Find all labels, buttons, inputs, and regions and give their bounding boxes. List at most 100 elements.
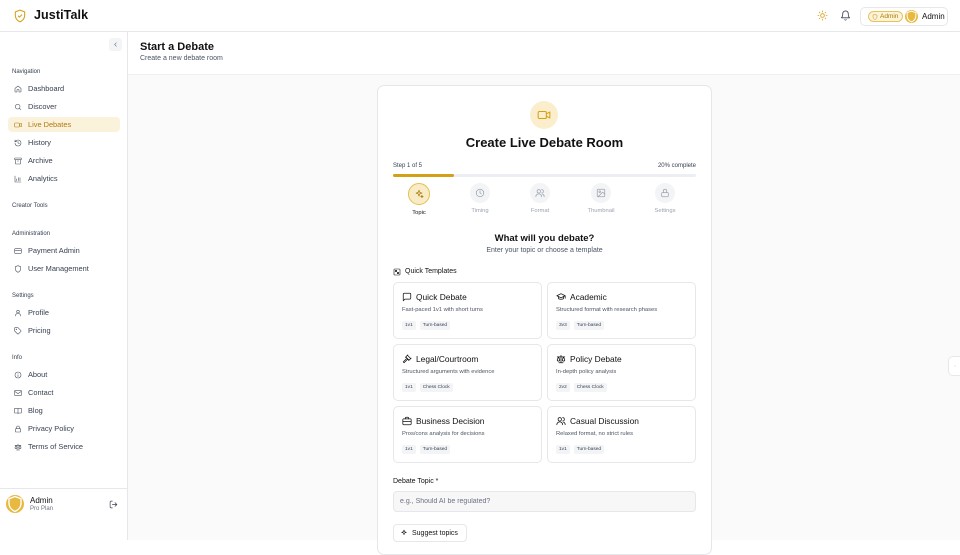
step-format[interactable]: Format xyxy=(520,183,560,214)
sidebar-divider xyxy=(0,488,128,489)
admin-badge-label: Admin xyxy=(880,13,899,20)
user-name: Admin xyxy=(922,12,945,21)
sidebar-item-contact[interactable]: Contact xyxy=(8,385,120,400)
template-tag: 1v1 xyxy=(402,445,416,454)
credit-card-icon xyxy=(14,247,22,255)
admin-badge: Admin xyxy=(868,11,904,22)
template-card-academic[interactable]: Academic Structured format with research… xyxy=(547,282,696,339)
section-navigation: Navigation xyxy=(12,69,41,75)
template-desc: Pros/cons analysis for decisions xyxy=(402,431,485,437)
sidebar-item-label: Contact xyxy=(28,388,54,397)
topic-label: Debate Topic * xyxy=(393,478,439,485)
sidebar-item-label: Blog xyxy=(28,406,43,415)
template-tag: 1v1 xyxy=(402,383,416,392)
search-icon xyxy=(14,103,22,111)
sidebar-item-label: Analytics xyxy=(28,174,58,183)
bell-icon[interactable] xyxy=(840,10,851,21)
sidebar-item-user-management[interactable]: User Management xyxy=(8,261,120,276)
step-settings[interactable]: Settings xyxy=(645,183,685,214)
template-card-policy-debate[interactable]: Policy Debate In-depth policy analysis 2… xyxy=(547,344,696,401)
info-icon xyxy=(14,371,22,379)
tag-icon xyxy=(14,326,22,335)
page-subtitle: Create a new debate room xyxy=(140,55,223,62)
sidebar-item-label: Discover xyxy=(28,102,57,111)
sparkles-icon xyxy=(408,183,430,205)
sidebar-item-live-debates[interactable]: Live Debates xyxy=(8,117,120,132)
sidebar-item-terms-of-service[interactable]: Terms of Service xyxy=(8,439,120,454)
template-tag: 2v2 xyxy=(556,383,570,392)
sidebar-item-archive[interactable]: Archive xyxy=(8,153,120,168)
image-icon xyxy=(591,183,611,203)
template-desc: Fast-paced 1v1 with short turns xyxy=(402,307,483,313)
scale-icon xyxy=(14,443,22,451)
template-name: Business Decision xyxy=(416,416,485,426)
template-tag: Chess Clock xyxy=(573,383,607,392)
sidebar-item-label: Dashboard xyxy=(28,84,65,93)
section-info: Info xyxy=(12,355,23,361)
lock-icon xyxy=(655,183,675,203)
debate-topic-input[interactable] xyxy=(393,491,696,512)
shield-icon xyxy=(14,264,22,273)
book-icon xyxy=(14,407,22,415)
users-icon xyxy=(556,416,566,426)
sun-icon[interactable] xyxy=(817,10,828,21)
archive-icon xyxy=(14,157,22,165)
sidebar-item-label: User Management xyxy=(28,264,89,273)
progress-fill xyxy=(393,174,454,177)
sidebar-item-analytics[interactable]: Analytics xyxy=(8,171,120,186)
suggest-topics-button[interactable]: Suggest topics xyxy=(393,524,467,542)
logout-icon[interactable] xyxy=(109,500,118,509)
template-card-legal-courtroom[interactable]: Legal/Courtroom Structured arguments wit… xyxy=(393,344,542,401)
sidebar-item-privacy-policy[interactable]: Privacy Policy xyxy=(8,421,120,436)
sidebar-item-label: Privacy Policy xyxy=(28,424,74,433)
template-tag: 3v3 xyxy=(556,321,570,330)
collapse-sidebar-button[interactable] xyxy=(109,38,122,51)
template-desc: Structured format with research phases xyxy=(556,307,658,313)
templates-label: Quick Templates xyxy=(405,268,457,275)
avatar xyxy=(905,10,918,23)
expand-panel-button[interactable] xyxy=(948,356,960,376)
suggest-topics-label: Suggest topics xyxy=(412,529,458,537)
step-label: Settings xyxy=(654,208,676,214)
sidebar-item-about[interactable]: About xyxy=(8,367,120,382)
sidebar-item-label: Pricing xyxy=(28,326,51,335)
sidebar-item-label: Archive xyxy=(28,156,53,165)
section-hint: Enter your topic or choose a template xyxy=(486,247,603,254)
sidebar-item-discover[interactable]: Discover xyxy=(8,99,120,114)
step-timing[interactable]: Timing xyxy=(460,183,500,214)
step-thumbnail[interactable]: Thumbnail xyxy=(581,183,621,214)
sidebar-item-label: About xyxy=(28,370,48,379)
templates-icon xyxy=(393,268,401,276)
sidebar-item-pricing[interactable]: Pricing xyxy=(8,323,120,338)
section-administration: Administration xyxy=(12,231,51,237)
template-tag: 1v1 xyxy=(402,321,416,330)
user-menu-button[interactable]: Admin Admin xyxy=(860,7,948,26)
template-tag: 1v1 xyxy=(556,445,570,454)
template-card-quick-debate[interactable]: Quick Debate Fast-paced 1v1 with short t… xyxy=(393,282,542,339)
top-bar: JustiTalk Admin Admin xyxy=(0,0,960,32)
template-card-casual-discussion[interactable]: Casual Discussion Relaxed format, no str… xyxy=(547,406,696,463)
step-topic[interactable]: Topic xyxy=(399,183,439,216)
template-name: Policy Debate xyxy=(570,354,622,364)
step-label: Format xyxy=(530,208,550,214)
sidebar-item-profile[interactable]: Profile xyxy=(8,305,120,320)
template-name: Quick Debate xyxy=(416,292,467,302)
step-indicator: Step 1 of 5 xyxy=(393,163,423,169)
sidebar-item-dashboard[interactable]: Dashboard xyxy=(8,81,120,96)
history-icon xyxy=(14,139,22,147)
sidebar-item-payment-admin[interactable]: Payment Admin xyxy=(8,243,120,258)
graduation-cap-icon xyxy=(556,292,566,302)
template-card-business-decision[interactable]: Business Decision Pros/cons analysis for… xyxy=(393,406,542,463)
sparkles-icon xyxy=(400,529,408,537)
wizard-title: Create Live Debate Room xyxy=(465,135,624,150)
sidebar-item-history[interactable]: History xyxy=(8,135,120,150)
section-question: What will you debate? xyxy=(494,233,595,244)
app-name[interactable]: JustiTalk xyxy=(34,8,88,22)
avatar xyxy=(6,495,24,513)
template-desc: In-depth policy analysis xyxy=(556,369,617,375)
template-tag: Turn-based xyxy=(419,445,451,454)
users-icon xyxy=(530,183,550,203)
sidebar-item-blog[interactable]: Blog xyxy=(8,403,120,418)
footer-user-name: Admin xyxy=(30,496,53,505)
video-icon xyxy=(14,121,22,129)
